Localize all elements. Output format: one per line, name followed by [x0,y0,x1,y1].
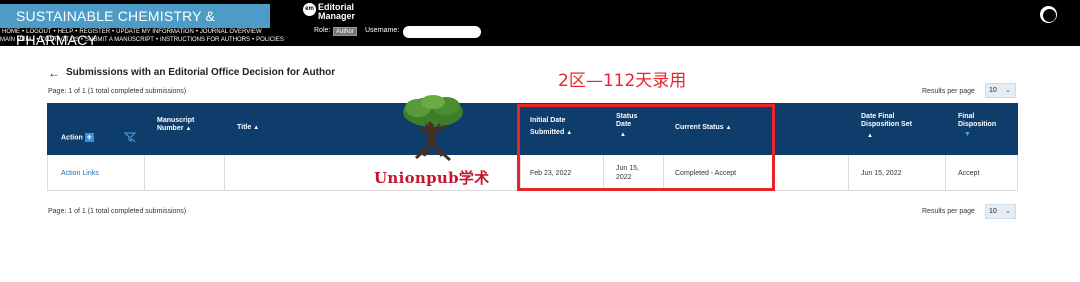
col-action-header: Action + [61,133,94,142]
watermark-text: Unionpub学术 [374,169,490,187]
column-divider [945,155,946,190]
highlight-box [517,104,775,191]
nav-register[interactable]: REGISTER [79,29,110,35]
nav-journal-overview[interactable]: JOURNAL OVERVIEW [200,29,262,35]
column-divider [224,155,225,190]
sort-down-icon: ▼ [964,131,971,138]
results-per-page-value: 10 [989,87,997,94]
top-header: SUSTAINABLE CHEMISTRY & PHARMACY em Edit… [0,0,1080,48]
col-manuscript-number-header[interactable]: Manuscript Number ▲ [157,117,194,133]
em-line2: Manager [318,11,356,21]
column-divider [144,155,145,190]
col-title-header[interactable]: Title ▲ [237,124,259,132]
back-arrow-icon[interactable]: ← [48,66,60,80]
nav-row-2: MAIN MENU • CONTACT US • SUBMIT A MANUSCRIPT… [0,37,284,44]
col-title-label: Title [237,124,252,131]
sort-up-icon: ▲ [253,125,260,131]
cell-date-final: Jun 15, 2022 [861,170,902,177]
filter-icon[interactable] [124,132,136,142]
nav-policies[interactable]: POLICIES [256,37,284,43]
nav-help[interactable]: HELP [58,29,74,35]
username-label: Username: [365,27,400,34]
add-icon[interactable]: + [84,133,94,142]
nav-submit-manuscript[interactable]: SUBMIT A MANUSCRIPT [85,37,154,43]
col-manuscript-line1: Manuscript [157,117,195,124]
overlay-annotation: 2区—112天录用 [558,71,687,91]
cell-final-disposition: Accept [958,170,980,177]
nav-row-1: HOME • LOGOUT • HELP • REGISTER • UPDATE MY INFO… [2,29,262,36]
results-per-page-select[interactable]: 10 ⌄ [985,83,1016,98]
results-per-page-select-bottom[interactable]: 10 ⌄ [985,204,1016,219]
column-divider [848,155,849,190]
action-links[interactable]: Action Links [61,169,99,178]
journal-title[interactable]: SUSTAINABLE CHEMISTRY & PHARMACY [0,4,270,48]
col-manuscript-line2: Number [157,125,184,132]
results-per-page-value-bottom: 10 [989,208,997,215]
nav-instructions-authors[interactable]: INSTRUCTIONS FOR AUTHORS [160,37,250,43]
em-badge: em [303,3,316,16]
col-date-final-header[interactable]: Date Final Disposition Set ▲ [861,113,912,140]
page-info-top: Page: 1 of 1 (1 total completed submissi… [48,88,187,95]
nav-contact-us[interactable]: CONTACT US [40,37,78,43]
col-final-line1: Final [958,113,975,120]
col-date-final-line2: Disposition Set [861,121,912,128]
username-redacted-field [403,26,481,38]
role-select[interactable]: Author [333,27,357,36]
nav-update-info[interactable]: UPDATE MY INFORMATION [116,29,194,35]
col-final-disposition-header[interactable]: Final Disposition ▼ [958,113,996,139]
nav-main-menu[interactable]: MAIN MENU [0,37,34,43]
col-date-final-line1: Date Final [861,113,895,120]
tree-logo-icon [403,95,463,162]
col-action-label: Action [61,134,83,142]
page-info-bottom: Page: 1 of 1 (1 total completed submissi… [48,208,187,215]
nav-home[interactable]: HOME [2,29,20,35]
chevron-down-icon: ⌄ [1005,208,1011,215]
page-title: Submissions with an Editorial Office Dec… [66,67,336,78]
col-final-line2: Disposition [958,121,997,128]
nav-logout[interactable]: LOGOUT [26,29,51,35]
chevron-down-icon: ⌄ [1005,87,1011,94]
editorial-manager-logo: em Editorial Manager [303,3,355,21]
results-per-page-label: Results per page [922,88,975,95]
play-icon[interactable] [1040,6,1057,23]
role-label: Role: [314,27,331,34]
sort-up-icon: ▲ [185,126,192,132]
results-per-page-label-bottom: Results per page [922,208,975,215]
sort-up-icon: ▲ [867,133,873,139]
